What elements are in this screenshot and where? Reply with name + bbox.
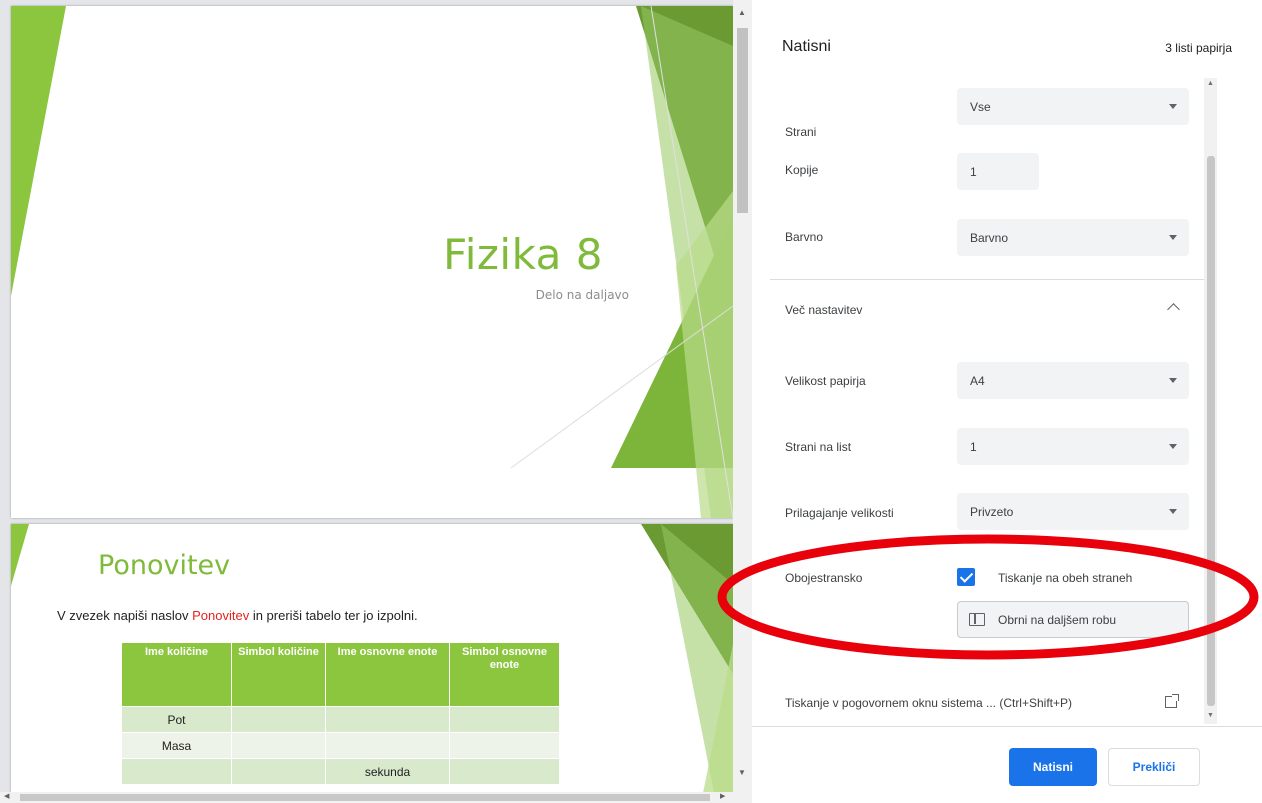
pages-select[interactable]: Vse bbox=[957, 88, 1189, 125]
slide-1-decoration bbox=[11, 6, 733, 518]
print-settings-panel: Natisni 3 listi papirja Strani Vse Kopij… bbox=[752, 0, 1262, 803]
pages-per-sheet-label: Strani na list bbox=[785, 440, 852, 454]
table-cell bbox=[449, 758, 560, 785]
print-button[interactable]: Natisni bbox=[1009, 748, 1097, 786]
instruction-text: in preriši tabelo ter jo izpolni. bbox=[249, 608, 418, 623]
table-header: Simbol osnovne enote bbox=[449, 642, 560, 707]
instruction-highlight: Ponovitev bbox=[192, 608, 250, 623]
cancel-button[interactable]: Prekliči bbox=[1108, 748, 1200, 786]
table-cell: Masa bbox=[121, 732, 232, 759]
pages-per-sheet-value: 1 bbox=[970, 440, 977, 454]
flip-edge-icon bbox=[969, 613, 985, 626]
duplex-flip-value: Obrni na daljšem robu bbox=[998, 613, 1117, 627]
preview-horizontal-scrollbar[interactable]: ◀ ▶ bbox=[0, 792, 733, 803]
chevron-down-icon bbox=[1169, 235, 1177, 240]
table-header: Ime količine bbox=[121, 642, 232, 707]
scroll-up-arrow-icon[interactable]: ▲ bbox=[1207, 80, 1214, 87]
table-cell bbox=[449, 732, 560, 759]
paper-size-value: A4 bbox=[970, 374, 985, 388]
table-row: Pot bbox=[121, 706, 560, 733]
pages-per-sheet-select[interactable]: 1 bbox=[957, 428, 1189, 465]
slide-instruction: V zvezek napiši naslov Ponovitev in prer… bbox=[57, 608, 418, 623]
duplex-checkbox-label[interactable]: Tiskanje na obeh straneh bbox=[998, 571, 1132, 585]
system-dialog-link[interactable]: Tiskanje v pogovornem oknu sistema ... (… bbox=[785, 696, 1072, 710]
scale-value: Privzeto bbox=[970, 505, 1014, 519]
color-value: Barvno bbox=[970, 231, 1009, 245]
chevron-down-icon bbox=[1169, 104, 1177, 109]
pages-label: Strani bbox=[785, 125, 817, 139]
panel-title: Natisni bbox=[782, 38, 831, 55]
duplex-flip-select[interactable]: Obrni na daljšem robu bbox=[957, 601, 1189, 638]
chevron-up-icon[interactable] bbox=[1167, 303, 1180, 316]
duplex-checkbox[interactable] bbox=[957, 568, 975, 586]
color-label: Barvno bbox=[785, 230, 824, 244]
copies-input[interactable]: 1 bbox=[957, 153, 1039, 190]
scroll-down-arrow-icon[interactable]: ▼ bbox=[738, 768, 746, 777]
table-cell bbox=[231, 732, 326, 759]
more-settings-toggle[interactable]: Več nastavitev bbox=[785, 303, 862, 317]
panel-scrollbar[interactable]: ▲ ▼ bbox=[1204, 78, 1217, 724]
chevron-down-icon bbox=[1169, 378, 1177, 383]
pages-value: Vse bbox=[970, 100, 991, 114]
slide-subtitle: Delo na daljavo bbox=[535, 288, 629, 302]
color-select[interactable]: Barvno bbox=[957, 219, 1189, 256]
scrollbar-thumb[interactable] bbox=[20, 794, 710, 801]
table-cell bbox=[449, 706, 560, 733]
panel-header: Natisni 3 listi papirja bbox=[752, 0, 1262, 78]
scroll-down-arrow-icon[interactable]: ▼ bbox=[1207, 712, 1214, 719]
quantity-table: Ime količine Simbol količine Ime osnovne… bbox=[121, 642, 560, 785]
table-row: sekunda bbox=[121, 758, 560, 785]
paper-size-select[interactable]: A4 bbox=[957, 362, 1189, 399]
sheet-count: 3 listi papirja bbox=[1165, 41, 1232, 55]
table-header: Simbol količine bbox=[231, 642, 326, 707]
footer-divider bbox=[752, 726, 1262, 727]
scale-label: Prilagajanje velikosti bbox=[785, 506, 894, 520]
scroll-up-arrow-icon[interactable]: ▲ bbox=[738, 8, 746, 17]
slide-title: Fizika 8 bbox=[443, 230, 603, 279]
section-divider bbox=[770, 279, 1210, 280]
scroll-right-arrow-icon[interactable]: ▶ bbox=[720, 792, 725, 800]
scrollbar-thumb[interactable] bbox=[1207, 156, 1215, 706]
slide-page-2: Ponovitev V zvezek napiši naslov Ponovit… bbox=[11, 524, 733, 803]
table-cell bbox=[121, 758, 232, 785]
instruction-text: V zvezek napiši naslov bbox=[57, 608, 193, 623]
scrollbar-thumb[interactable] bbox=[737, 28, 748, 213]
table-cell: Pot bbox=[121, 706, 232, 733]
table-cell bbox=[231, 758, 326, 785]
slide-title: Ponovitev bbox=[98, 550, 231, 581]
scale-select[interactable]: Privzeto bbox=[957, 493, 1189, 530]
table-header: Ime osnovne enote bbox=[325, 642, 450, 707]
preview-vertical-scrollbar[interactable]: ▲ ▼ bbox=[733, 0, 752, 803]
table-row: Masa bbox=[121, 732, 560, 759]
duplex-label: Obojestransko bbox=[785, 571, 863, 585]
scroll-left-arrow-icon[interactable]: ◀ bbox=[4, 792, 9, 800]
table-cell: sekunda bbox=[325, 758, 450, 785]
chevron-down-icon bbox=[1169, 509, 1177, 514]
print-preview: Fizika 8 Delo na daljavo Ponovitev V zve… bbox=[0, 0, 752, 803]
table-cell bbox=[325, 706, 450, 733]
table-cell bbox=[231, 706, 326, 733]
table-cell bbox=[325, 732, 450, 759]
slide-page-1: Fizika 8 Delo na daljavo bbox=[11, 6, 733, 518]
paper-size-label: Velikost papirja bbox=[785, 374, 866, 388]
copies-label: Kopije bbox=[785, 163, 819, 177]
open-external-icon[interactable] bbox=[1165, 694, 1179, 708]
chevron-down-icon bbox=[1169, 444, 1177, 449]
